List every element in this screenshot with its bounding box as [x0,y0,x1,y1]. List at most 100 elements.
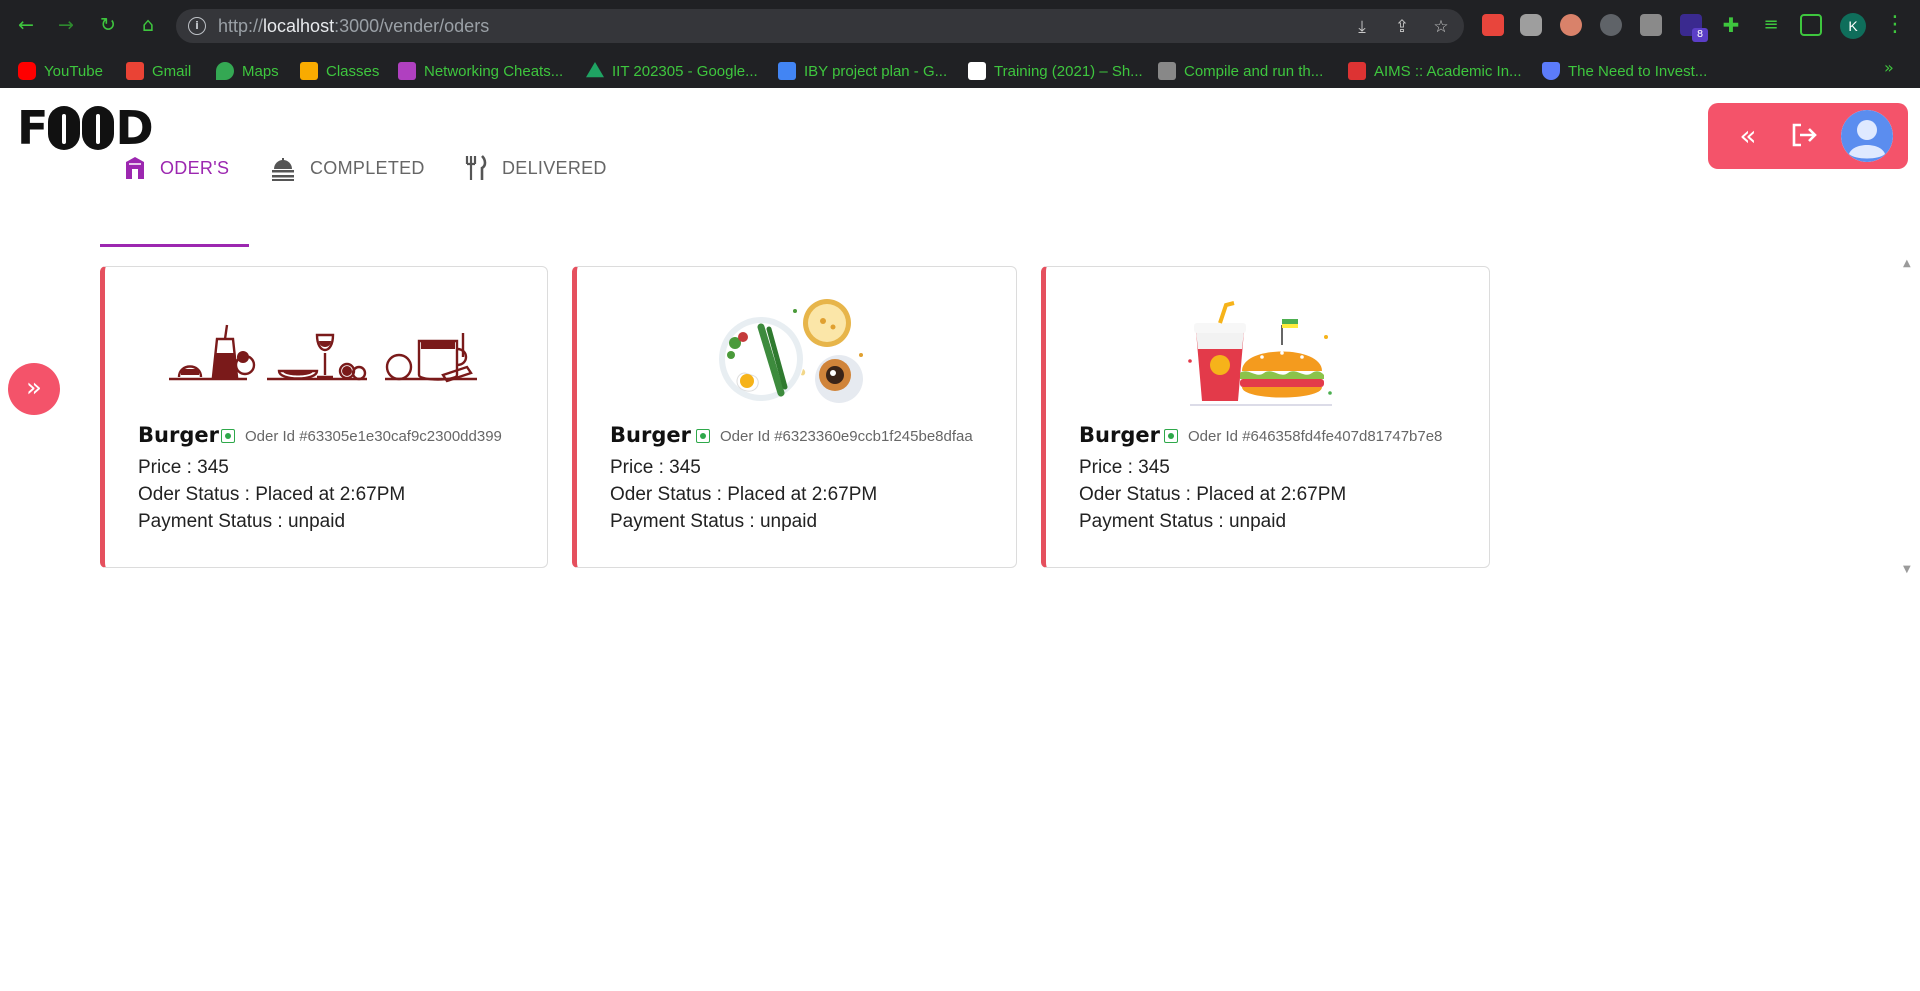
training-icon [968,62,986,80]
bookmark-iby[interactable]: IBY project plan - G... [778,61,947,81]
bookmark-label: Networking Cheats... [424,62,564,80]
share-icon[interactable]: ⇪ [1392,17,1412,37]
docs-icon [778,62,796,80]
expand-sidebar-double-chevron-right-icon[interactable]: » [8,363,60,415]
order-id: Oder Id #646358fd4fe407d81747b7e8 [1188,428,1443,445]
bookmark-label: Compile and run th... [1184,62,1324,80]
bookmark-training[interactable]: Training (2021) – Sh... [968,61,1143,81]
user-avatar-icon[interactable] [1841,110,1893,162]
order-status: Oder Status : Placed at 2:67PM [1079,484,1347,505]
active-tab-indicator [100,244,249,247]
tab-orders[interactable]: ODER'S [124,138,229,198]
bookmark-label: IBY project plan - G... [804,62,948,80]
bookmark-networking[interactable]: Networking Cheats... [398,61,563,81]
site-info-icon[interactable]: i [188,17,206,35]
order-price: Price : 345 [138,457,229,478]
url-text[interactable]: http://localhost:3000/vender/oders [218,16,489,37]
address-bar[interactable]: i http://localhost:3000/vender/oders ⤓ ⇪… [176,9,1464,43]
payment-status: Payment Status : unpaid [610,511,818,532]
cc-icon [1158,62,1176,80]
bookmark-label: Training (2021) – Sh... [994,62,1143,80]
veg-indicator-icon [696,429,710,443]
back-icon[interactable]: ← [14,13,38,37]
home-icon[interactable]: ⌂ [136,13,160,37]
bookmark-classes[interactable]: Classes [300,61,379,81]
bookmark-maps[interactable]: Maps [216,61,279,81]
scroll-up-arrow-icon[interactable]: ▲ [1903,258,1911,269]
bookmark-label: YouTube [44,62,103,80]
extension-c-icon[interactable] [1640,14,1662,36]
store-icon [126,157,144,179]
logo-fork-o-icon [82,106,115,150]
bookmark-aims[interactable]: AIMS :: Academic In... [1348,61,1522,81]
extension-camera-icon[interactable] [1520,14,1542,36]
profile-avatar[interactable]: K [1840,13,1866,39]
burger-and-drink-illustration [1188,301,1332,406]
bookmark-label: IIT 202305 - Google... [612,62,758,80]
bookmark-iit[interactable]: IIT 202305 - Google... [586,61,758,81]
logo-spoon-o-icon [48,106,81,150]
order-card[interactable]: Burger Oder Id #6323360e9ccb1f245be8dfaa… [572,266,1017,568]
order-id: Oder Id #63305e1e30caf9c2300dd399 [245,428,502,445]
tab-label: COMPLETED [310,157,425,178]
order-item-title: Burger [138,423,219,447]
extension-badge: 8 [1692,28,1708,42]
bookmark-compile[interactable]: Compile and run th... [1158,61,1323,81]
bookmark-gmail[interactable]: Gmail [126,61,191,81]
top-right-panel: « [1708,103,1908,169]
logout-svg [1792,123,1817,147]
extension-rocket-icon[interactable] [1482,14,1504,36]
browser-toolbar: ← → ↻ ⌂ i http://localhost:3000/vender/o… [0,0,1920,52]
fork-knife-icon [465,155,487,180]
breakfast-plate-illustration [719,299,863,403]
extension-spy-icon[interactable] [1560,14,1582,36]
forward-icon[interactable]: → [54,13,78,37]
tab-delivered[interactable]: DELIVERED [464,138,607,198]
veg-indicator-icon [221,429,235,443]
logout-icon[interactable] [1788,120,1820,152]
maps-icon [216,62,234,80]
order-id: Oder Id #6323360e9ccb1f245be8dfaa [720,428,973,445]
bookmark-label: AIMS :: Academic In... [1374,62,1522,80]
bookmark-label: Maps [242,62,279,80]
extension-bug-icon[interactable] [1600,14,1622,36]
reading-list-icon[interactable]: ≡ [1760,14,1782,36]
bookmark-label: Gmail [152,62,192,80]
install-app-icon[interactable]: ⤓ [1352,17,1372,37]
avatar-svg [1841,110,1893,162]
content-scrollbar[interactable]: ▲ ▼ [1896,256,1920,578]
side-panel-icon[interactable] [1800,14,1822,36]
url-scheme: http:// [218,16,264,36]
tab-label: DELIVERED [502,157,607,178]
extensions-puzzle-icon[interactable]: ✚ [1720,14,1742,36]
more-bookmarks-icon[interactable]: » [1884,52,1894,84]
reload-icon[interactable]: ↻ [96,13,120,37]
payment-status: Payment Status : unpaid [1079,511,1287,532]
collapse-double-chevron-left-icon[interactable]: « [1732,120,1764,152]
url-host: localhost [263,16,335,36]
order-status: Oder Status : Placed at 2:67PM [138,484,406,505]
order-item-title: Burger [1079,423,1160,447]
shield-icon [1542,62,1560,80]
order-card[interactable]: Burger Oder Id #63305e1e30caf9c2300dd399… [100,266,548,568]
bookmark-invest[interactable]: The Need to Invest... [1542,61,1707,81]
browser-menu-icon[interactable]: ⋮ [1884,12,1906,37]
tab-completed[interactable]: COMPLETED [270,138,425,198]
aims-icon [1348,62,1366,80]
bookmarks-bar: YouTube Gmail Maps Classes Networking Ch… [0,52,1920,88]
logo-letter-f: F [17,101,48,155]
drive-icon [586,62,604,78]
veg-indicator-icon [1164,429,1178,443]
bookmark-star-icon[interactable]: ☆ [1431,17,1451,37]
app-root: F D « ODER'S COMPLETED DELIVERED » ▲ ▼ B… [0,88,1920,991]
order-card[interactable]: Burger Oder Id #646358fd4fe407d81747b7e8… [1041,266,1490,568]
bookmark-youtube[interactable]: YouTube [18,61,103,81]
order-price: Price : 345 [610,457,701,478]
classroom-icon [300,62,318,80]
payment-status: Payment Status : unpaid [138,511,346,532]
order-status: Oder Status : Placed at 2:67PM [610,484,878,505]
food-line-art-illustration [169,324,477,383]
bookmark-label: Classes [326,62,380,80]
youtube-icon [18,62,36,80]
scroll-down-arrow-icon[interactable]: ▼ [1903,564,1911,575]
